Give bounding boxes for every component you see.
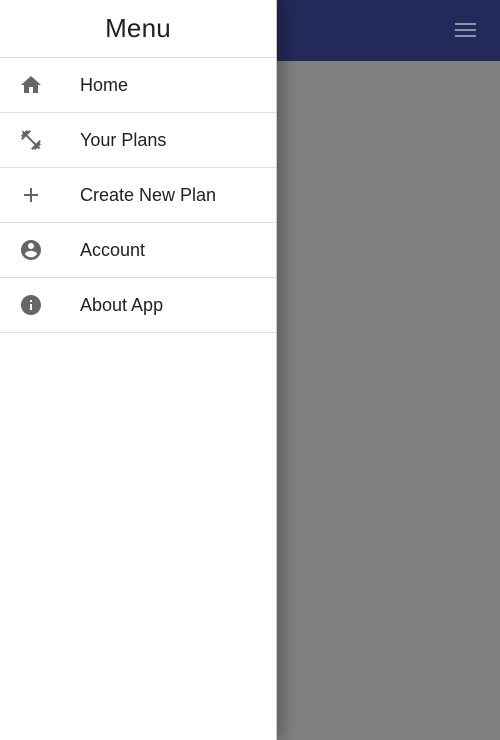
menu-item-your-plans[interactable]: Your Plans: [0, 113, 276, 168]
menu-item-label: Account: [80, 239, 146, 260]
menu-item-label: Your Plans: [80, 129, 167, 150]
menu-list: Home Your Plans Create New Plan Account: [0, 58, 276, 333]
account-circle-icon: [19, 238, 43, 262]
info-icon: [19, 293, 43, 317]
menu-item-about-app[interactable]: About App: [0, 278, 276, 333]
menu-item-label: Create New Plan: [80, 184, 217, 205]
home-icon: [19, 73, 43, 97]
menu-item-label: About App: [80, 294, 164, 315]
drawer-title: Menu: [105, 13, 171, 43]
menu-item-account[interactable]: Account: [0, 223, 276, 278]
drawer-header: Menu: [0, 0, 276, 58]
dumbbell-icon: [19, 128, 43, 152]
hamburger-menu-icon[interactable]: [455, 23, 476, 38]
menu-item-label: Home: [80, 74, 129, 95]
navigation-drawer: Menu Home Your Plans Create New Plan Acc…: [0, 0, 277, 740]
menu-item-home[interactable]: Home: [0, 58, 276, 113]
plus-icon: [19, 183, 43, 207]
menu-item-create-new-plan[interactable]: Create New Plan: [0, 168, 276, 223]
